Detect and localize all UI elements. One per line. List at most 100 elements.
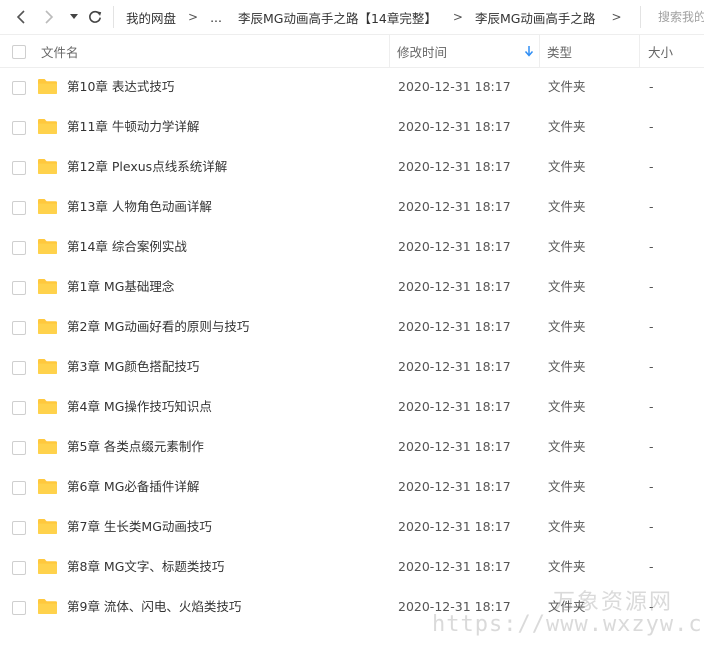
file-row[interactable]: 第6章 MG必备插件详解 2020-12-31 18:17 文件夹 - [0, 467, 704, 507]
file-type: 文件夹 [548, 359, 586, 374]
breadcrumb-separator: > [188, 10, 199, 24]
file-name[interactable]: 第10章 表达式技巧 [67, 67, 174, 107]
row-checkbox[interactable] [12, 121, 26, 135]
file-name[interactable]: 第1章 MG基础理念 [67, 267, 174, 307]
file-name[interactable]: 第3章 MG颜色搭配技巧 [67, 347, 199, 387]
row-checkbox[interactable] [12, 521, 26, 535]
file-row[interactable]: 第3章 MG颜色搭配技巧 2020-12-31 18:17 文件夹 - [0, 347, 704, 387]
file-modified: 2020-12-31 18:17 [398, 79, 511, 94]
file-name[interactable]: 第11章 牛顿动力学详解 [67, 107, 199, 147]
file-row[interactable]: 第7章 生长类MG动画技巧 2020-12-31 18:17 文件夹 - [0, 507, 704, 547]
file-name[interactable]: 第12章 Plexus点线系统详解 [67, 147, 227, 187]
row-checkbox[interactable] [12, 401, 26, 415]
file-type: 文件夹 [548, 79, 586, 94]
file-name[interactable]: 第13章 人物角色动画详解 [67, 187, 212, 227]
back-button[interactable] [10, 5, 32, 29]
file-size: - [649, 159, 654, 174]
file-name[interactable]: 第6章 MG必备插件详解 [67, 467, 199, 507]
file-row[interactable]: 第12章 Plexus点线系统详解 2020-12-31 18:17 文件夹 - [0, 147, 704, 187]
row-checkbox[interactable] [12, 481, 26, 495]
file-name[interactable]: 第5章 各类点缀元素制作 [67, 427, 204, 467]
breadcrumb-parent[interactable]: 李辰MG动画高手之路【14章完整】 [238, 8, 437, 27]
caret-down-icon [70, 14, 78, 19]
file-modified: 2020-12-31 18:17 [398, 159, 511, 174]
column-header-type[interactable]: 类型 [547, 35, 572, 67]
file-row[interactable]: 第1章 MG基础理念 2020-12-31 18:17 文件夹 - [0, 267, 704, 307]
sort-descending-icon[interactable] [524, 45, 534, 57]
folder-icon [38, 79, 57, 94]
chevron-right-icon [45, 10, 54, 24]
file-name[interactable]: 第7章 生长类MG动画技巧 [67, 507, 212, 547]
file-row[interactable]: 第13章 人物角色动画详解 2020-12-31 18:17 文件夹 - [0, 187, 704, 227]
file-size: - [649, 399, 654, 414]
row-checkbox[interactable] [12, 441, 26, 455]
column-divider [389, 35, 390, 67]
file-name[interactable]: 第2章 MG动画好看的原则与技巧 [67, 307, 249, 347]
file-size: - [649, 439, 654, 454]
row-checkbox[interactable] [12, 281, 26, 295]
column-header-name[interactable]: 文件名 [41, 35, 79, 67]
file-name[interactable]: 第4章 MG操作技巧知识点 [67, 387, 212, 427]
file-size: - [649, 559, 654, 574]
file-row[interactable]: 第10章 表达式技巧 2020-12-31 18:17 文件夹 - [0, 67, 704, 107]
breadcrumb-separator: > [452, 10, 463, 24]
file-row[interactable]: 第14章 综合案例实战 2020-12-31 18:17 文件夹 - [0, 227, 704, 267]
file-modified: 2020-12-31 18:17 [398, 359, 511, 374]
folder-icon [38, 439, 57, 454]
file-modified: 2020-12-31 18:17 [398, 559, 511, 574]
file-row[interactable]: 第11章 牛顿动力学详解 2020-12-31 18:17 文件夹 - [0, 107, 704, 147]
file-name[interactable]: 第8章 MG文字、标题类技巧 [67, 547, 224, 587]
select-all-checkbox[interactable] [12, 45, 26, 59]
row-checkbox[interactable] [12, 601, 26, 615]
breadcrumb-root[interactable]: 我的网盘 [126, 8, 176, 27]
row-checkbox[interactable] [12, 161, 26, 175]
file-row[interactable]: 第4章 MG操作技巧知识点 2020-12-31 18:17 文件夹 - [0, 387, 704, 427]
row-checkbox[interactable] [12, 201, 26, 215]
breadcrumb-separator: > [611, 10, 622, 24]
refresh-button[interactable] [84, 5, 106, 29]
breadcrumb-ellipsis[interactable]: ... [210, 10, 222, 25]
file-row[interactable]: 第2章 MG动画好看的原则与技巧 2020-12-31 18:17 文件夹 - [0, 307, 704, 347]
watermark-url: https://www.wxzyw.cn [432, 612, 704, 637]
file-size: - [649, 119, 654, 134]
file-modified: 2020-12-31 18:17 [398, 479, 511, 494]
row-checkbox[interactable] [12, 81, 26, 95]
row-checkbox[interactable] [12, 361, 26, 375]
row-checkbox[interactable] [12, 241, 26, 255]
file-size: - [649, 279, 654, 294]
file-size: - [649, 199, 654, 214]
file-size: - [649, 319, 654, 334]
column-header: 文件名 修改时间 类型 大小 [0, 34, 704, 68]
history-dropdown-button[interactable] [66, 5, 82, 29]
nav-divider [113, 6, 114, 28]
file-type: 文件夹 [548, 199, 586, 214]
file-list: 第10章 表达式技巧 2020-12-31 18:17 文件夹 - 第11章 牛顿动力学… [0, 67, 704, 627]
file-row[interactable]: 第8章 MG文字、标题类技巧 2020-12-31 18:17 文件夹 - [0, 547, 704, 587]
file-row[interactable]: 第5章 各类点缀元素制作 2020-12-31 18:17 文件夹 - [0, 427, 704, 467]
folder-icon [38, 239, 57, 254]
row-checkbox[interactable] [12, 561, 26, 575]
file-modified: 2020-12-31 18:17 [398, 319, 511, 334]
file-modified: 2020-12-31 18:17 [398, 119, 511, 134]
file-name[interactable]: 第14章 综合案例实战 [67, 227, 187, 267]
folder-icon [38, 519, 57, 534]
refresh-icon [89, 10, 102, 23]
file-type: 文件夹 [548, 519, 586, 534]
row-checkbox[interactable] [12, 321, 26, 335]
breadcrumb-current[interactable]: 李辰MG动画高手之路 [475, 8, 595, 27]
folder-icon [38, 159, 57, 174]
folder-icon [38, 359, 57, 374]
forward-button[interactable] [38, 5, 60, 29]
column-header-modified[interactable]: 修改时间 [397, 35, 537, 67]
file-modified: 2020-12-31 18:17 [398, 439, 511, 454]
search-input[interactable] [650, 5, 704, 29]
file-name[interactable]: 第9章 流体、闪电、火焰类技巧 [67, 587, 241, 627]
file-size: - [649, 79, 654, 94]
chevron-left-icon [16, 10, 25, 24]
file-size: - [649, 519, 654, 534]
file-type: 文件夹 [548, 439, 586, 454]
search-divider [640, 6, 641, 28]
column-header-size[interactable]: 大小 [648, 35, 673, 67]
file-type: 文件夹 [548, 119, 586, 134]
file-size: - [649, 359, 654, 374]
